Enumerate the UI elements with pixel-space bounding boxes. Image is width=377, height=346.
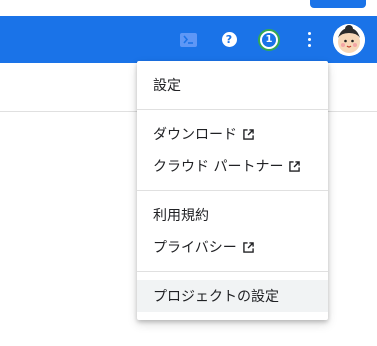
menu-item-label: プロジェクトの設定 [153,289,279,305]
menu-item-terms[interactable]: 利用規約 [137,199,328,231]
menu-divider [137,109,328,110]
menu-item-privacy[interactable]: プライバシー [137,231,328,263]
menu-divider [137,271,328,272]
menu-item-label: 利用規約 [153,208,209,224]
menu-divider [137,190,328,191]
help-icon: ? [221,32,237,47]
menu-item-download[interactable]: ダウンロード [137,118,328,150]
external-link-icon [242,241,254,253]
menu-item-project-settings[interactable]: プロジェクトの設定 [137,280,328,312]
menu-item-label: ダウンロード [153,127,237,143]
more-vert-icon [307,32,311,47]
external-link-icon [243,128,254,140]
avatar[interactable] [333,24,365,56]
top-strip [0,0,377,16]
top-action-button[interactable] [310,0,366,8]
menu-item-label: 設定 [153,78,181,94]
menu-item-label: クラウド パートナー [153,159,284,175]
notifications-count: 1 [262,32,276,47]
terminal-icon [179,32,197,47]
menu-item-settings[interactable]: 設定 [137,69,328,101]
menu-item-cloud-partners[interactable]: クラウド パートナー [137,150,328,182]
notifications-button[interactable]: 1 [253,16,285,63]
help-button[interactable]: ? [213,16,245,63]
page: ? 1 設定 ダウンロード クラウド パートナー 利用規約 プライバシー プロジ… [0,0,377,346]
notifications-badge: 1 [258,28,280,51]
external-link-icon [289,160,301,172]
overflow-menu: 設定 ダウンロード クラウド パートナー 利用規約 プライバシー プロジェクトの… [137,61,328,320]
more-options-button[interactable] [293,16,325,63]
app-bar: ? 1 [0,16,377,63]
cloud-shell-button[interactable] [172,16,204,63]
avatar-icon [333,24,365,56]
menu-item-label: プライバシー [153,240,237,256]
